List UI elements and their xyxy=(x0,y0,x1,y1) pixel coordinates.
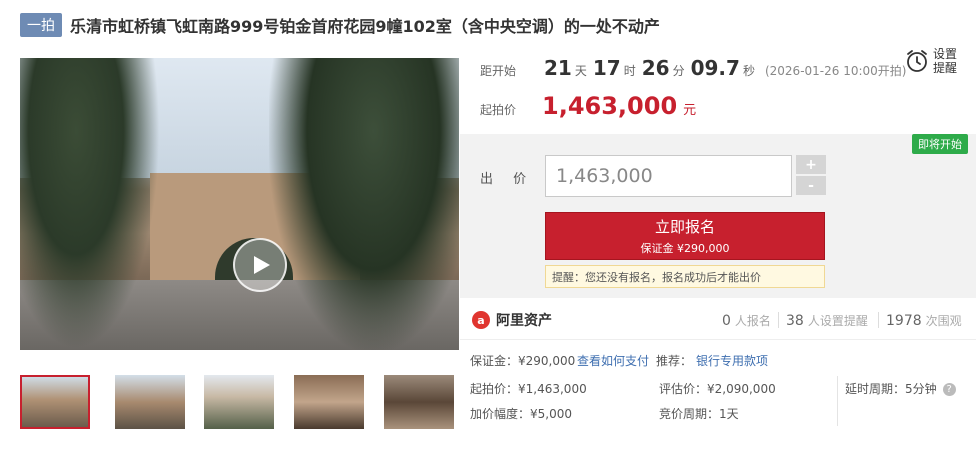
starting-price-label: 起拍价 xyxy=(480,103,517,117)
signup-count-value: 0 xyxy=(722,313,731,329)
auction-period-detail: 竞价周期：1天 xyxy=(659,407,739,421)
signup-deposit-label: 保证金 ¥290,000 xyxy=(640,242,730,255)
stats-divider xyxy=(878,312,879,328)
thumbnail-5[interactable] xyxy=(384,375,454,429)
ali-asset-logo[interactable]: a 阿里资产 xyxy=(472,310,552,330)
view-count: 1978 次围观 xyxy=(886,312,962,329)
view-count-value: 1978 xyxy=(886,313,922,329)
thumbnail-2[interactable] xyxy=(115,375,185,429)
signup-notice: 提醒：您还没有报名，报名成功后才能出价 xyxy=(545,265,825,288)
signup-count: 0 人报名 xyxy=(722,312,771,329)
increment-detail: 加价幅度：¥5,000 xyxy=(470,407,572,421)
help-icon[interactable]: ? xyxy=(942,383,956,396)
countdown-days: 21 xyxy=(544,56,572,80)
starting-price-unit: 元 xyxy=(683,103,697,118)
bid-decrease-button[interactable]: - xyxy=(796,176,826,195)
starting-price-value: 1,463,000 xyxy=(542,92,678,120)
image-palm-left xyxy=(20,58,160,350)
countdown-days-unit: 天 xyxy=(574,64,587,78)
auction-info: 距开始 21 天 17 时 26 分 09.7 秒 (2026-01-26 10… xyxy=(460,44,976,134)
set-reminder-button[interactable]: 设置提醒 xyxy=(905,44,965,78)
countdown-hours-unit: 时 xyxy=(623,64,636,78)
delay-period-text: 延时周期：5分钟 xyxy=(845,382,937,396)
signup-button-label: 立即报名 xyxy=(654,218,715,236)
auction-details: 保证金：¥290,000 查看如何支付 推荐： 银行专用款项 起拍价：¥1,46… xyxy=(460,340,976,451)
view-count-label: 次围观 xyxy=(925,314,962,328)
countdown-seconds-unit: 秒 xyxy=(742,64,755,78)
countdown-row: 距开始 21 天 17 时 26 分 09.7 秒 (2026-01-26 10… xyxy=(480,56,906,80)
page-title: 乐清市虹桥镇飞虹南路999号铂金首府花园9幢102室（含中央空调）的一处不动产 xyxy=(70,17,660,36)
ali-logo-icon: a xyxy=(472,311,490,329)
bid-amount-input[interactable] xyxy=(545,155,792,197)
signup-count-label: 人报名 xyxy=(734,314,771,328)
countdown-hours: 17 xyxy=(592,56,621,80)
stats-divider xyxy=(778,312,779,328)
bank-funds-link[interactable]: 银行专用款项 xyxy=(696,352,768,369)
recommend-label: 推荐： xyxy=(656,354,693,368)
main-property-image[interactable] xyxy=(20,58,459,350)
video-play-button[interactable] xyxy=(233,238,287,292)
reminder-count: 38 人设置提醒 xyxy=(786,312,868,329)
play-icon xyxy=(254,256,270,274)
signup-button[interactable]: 立即报名 保证金 ¥290,000 xyxy=(545,212,825,260)
set-reminder-label: 设置提醒 xyxy=(933,47,958,75)
how-to-pay-link[interactable]: 查看如何支付 xyxy=(577,352,649,369)
thumbnail-4[interactable] xyxy=(294,375,364,429)
deposit-detail: 保证金：¥290,000 xyxy=(470,354,576,368)
stats-row: a 阿里资产 0 人报名 38 人设置提醒 1978 次围观 xyxy=(460,298,976,340)
appraisal-detail: 评估价：¥2,090,000 xyxy=(659,382,776,396)
title-bar: 一拍 乐清市虹桥镇飞虹南路999号铂金首府花园9幢102室（含中央空调）的一处不… xyxy=(20,12,660,38)
countdown-seconds: 09.7 xyxy=(690,56,740,80)
alarm-clock-icon xyxy=(907,50,927,72)
details-divider xyxy=(837,376,838,426)
starting-price-row: 起拍价 1,463,000 元 xyxy=(480,92,696,120)
thumbnail-3[interactable] xyxy=(204,375,274,429)
ali-logo-text: 阿里资产 xyxy=(496,313,552,329)
countdown-start-time: (2026-01-26 10:00开拍) xyxy=(764,64,907,78)
auction-round-badge: 一拍 xyxy=(20,13,62,37)
reminder-count-label: 人设置提醒 xyxy=(807,314,868,328)
status-badge: 即将开始 xyxy=(912,134,968,154)
countdown-label: 距开始 xyxy=(480,64,517,78)
thumbnail-1[interactable] xyxy=(20,375,90,429)
bid-panel: 即将开始 出 价 + - 立即报名 保证金 ¥290,000 提醒：您还没有报名… xyxy=(460,134,976,298)
bid-label: 出 价 xyxy=(480,172,535,187)
bid-increase-button[interactable]: + xyxy=(796,155,826,174)
reminder-count-value: 38 xyxy=(786,313,804,329)
image-palm-right xyxy=(269,58,459,350)
start-price-detail: 起拍价：¥1,463,000 xyxy=(470,382,587,396)
delay-period-detail: 延时周期：5分钟? xyxy=(845,380,956,397)
countdown-minutes-unit: 分 xyxy=(672,64,685,78)
countdown-minutes: 26 xyxy=(641,56,670,80)
